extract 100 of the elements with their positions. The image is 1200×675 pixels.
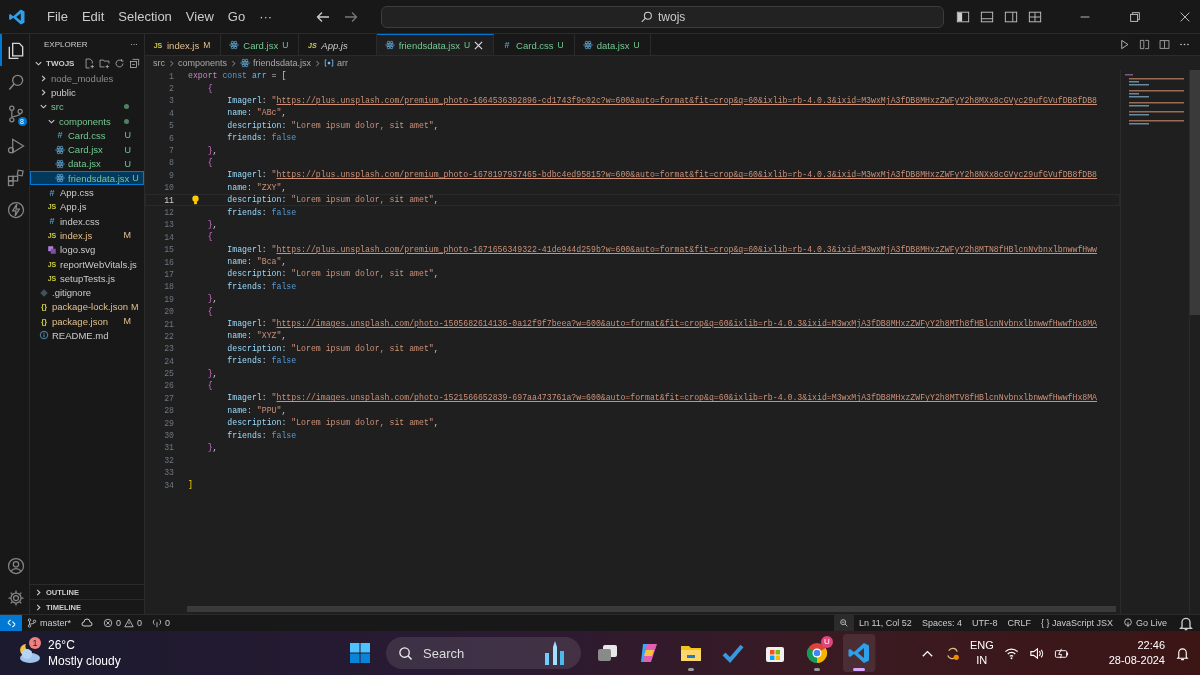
bell-icon[interactable] [1175,645,1190,661]
file-name[interactable]: App.js [60,201,87,213]
sidebar-layout-icon[interactable] [956,9,970,24]
file-name[interactable]: setupTests.js [60,272,115,284]
file-name[interactable]: Card.css [68,129,106,141]
breadcrumb-item[interactable]: src [153,58,165,68]
atom-icon [55,144,65,155]
account-icon[interactable] [5,556,26,576]
clock-time[interactable]: 22:46 [1137,638,1165,653]
more-actions[interactable]: ··· [130,40,138,49]
refresh-icon[interactable] [114,57,125,69]
temperature: 26°C [48,637,76,653]
menu-item[interactable]: Edit [74,6,112,27]
menu-item[interactable]: View [178,6,221,27]
atom-icon [229,40,240,50]
vertical-scrollbar[interactable] [1190,70,1200,315]
code-line: }, [207,144,218,157]
play-icon[interactable] [1119,39,1130,50]
atom-icon [582,40,593,50]
close-icon[interactable] [474,40,484,50]
folder-name[interactable]: src [51,101,64,113]
code-editor-icon[interactable] [847,641,871,665]
workspace-folder[interactable]: TWOJS [46,58,75,68]
status-item[interactable]: UTF-8 [966,615,1003,631]
branch-indicator[interactable]: master* [22,615,76,631]
new-folder-icon[interactable] [99,57,110,69]
chevron-icon[interactable] [34,587,43,597]
line-number: 17 [163,269,174,279]
run-debug-icon[interactable] [5,136,26,156]
language-indicator[interactable]: ENG [969,638,994,653]
code-line: description: "Lorem ipsum dolor, sit amet", [227,342,439,355]
ports-indicator[interactable]: 0 [147,615,176,631]
collapse-all-icon[interactable] [129,57,140,69]
error-icon [103,618,113,628]
status-item[interactable]: CRLF [1002,615,1036,631]
chevron-icon[interactable] [39,73,48,83]
line-number: 31 [163,443,174,453]
status-item[interactable]: Spaces: 4 [916,615,967,631]
search-box[interactable]: Search [386,637,581,669]
menu-item[interactable]: Selection [111,6,179,27]
symbol-icon [324,58,335,68]
chevron-icon[interactable] [39,102,48,112]
status-item[interactable]: Ln 11, Col 52 [854,615,917,631]
line-number: 29 [163,418,174,428]
folder-name[interactable]: node_modules [51,72,114,84]
file-name[interactable]: Card.jsx [68,144,103,156]
zoom-icon[interactable] [834,615,854,631]
search-icon [639,9,654,24]
breadcrumb-item[interactable]: components [178,58,228,68]
file-name[interactable]: README.md [52,330,109,341]
horizontal-scrollbar[interactable] [187,606,1116,612]
file-name[interactable]: package.json [52,315,108,327]
code-line: description: "Lorem ipsum dolor, sit amet", [227,417,439,430]
folder-name[interactable]: public [51,86,76,98]
folder-name[interactable]: components [59,115,111,127]
volume-icon[interactable] [1028,645,1044,661]
browser-icon[interactable] [805,641,829,665]
status-item[interactable]: Go Live [1117,615,1172,631]
lightning-icon[interactable] [5,200,26,220]
remote-button[interactable] [0,615,22,631]
new-file-icon[interactable] [84,57,95,69]
menu-item[interactable]: ··· [252,6,280,27]
line-number: 1 [168,71,174,81]
file-name[interactable]: friendsdata.jsx [68,172,130,184]
clock-date[interactable]: 28-08-2024 [1108,653,1165,668]
region-indicator[interactable]: IN [976,653,988,668]
editor-tab[interactable]: friendsdata.jsx U [376,34,495,55]
file-name[interactable]: reportWebVitals.js [60,258,137,270]
breadcrumb-item[interactable]: arr [337,58,349,68]
status-item[interactable]: { } JavaScript JSX [1035,615,1118,631]
split-editor-icon[interactable] [1159,39,1170,50]
file-name[interactable]: package-lock.json [52,301,129,313]
problems-indicator[interactable]: 0 0 [98,615,148,631]
layout-grid-icon[interactable] [1028,9,1042,24]
code-line: { [207,305,213,318]
wifi-icon[interactable] [1003,645,1019,661]
windows-logo-icon[interactable] [348,641,372,665]
image-file-icon [47,244,57,255]
line-number: 5 [168,121,174,131]
file-name[interactable]: .gitignore [52,287,92,299]
menu-item[interactable]: Go [220,6,253,27]
breadcrumb-item[interactable]: friendsdata.jsx [253,58,312,68]
menu-item[interactable]: File [40,6,75,27]
line-number: 16 [163,257,174,267]
compare-icon[interactable] [1139,39,1150,50]
code-editor-logo-icon[interactable] [8,7,26,26]
file-name[interactable]: data.jsx [68,158,101,170]
lightbulb-icon[interactable] [191,195,200,206]
chevron-icon[interactable] [39,87,48,97]
file-name[interactable]: logo.svg [60,244,96,256]
file-name[interactable]: index.css [60,215,100,227]
file-name[interactable]: App.css [60,187,94,198]
secondary-sidebar-icon[interactable] [1004,9,1018,24]
restore-icon[interactable] [1128,9,1142,24]
command-center[interactable]: twojs [381,5,945,28]
file-name[interactable]: index.js [60,229,93,241]
chevron-icon[interactable] [34,602,43,612]
extensions-icon[interactable] [5,168,26,188]
sync-icon[interactable] [944,645,960,661]
panel-layout-icon[interactable] [980,9,994,24]
